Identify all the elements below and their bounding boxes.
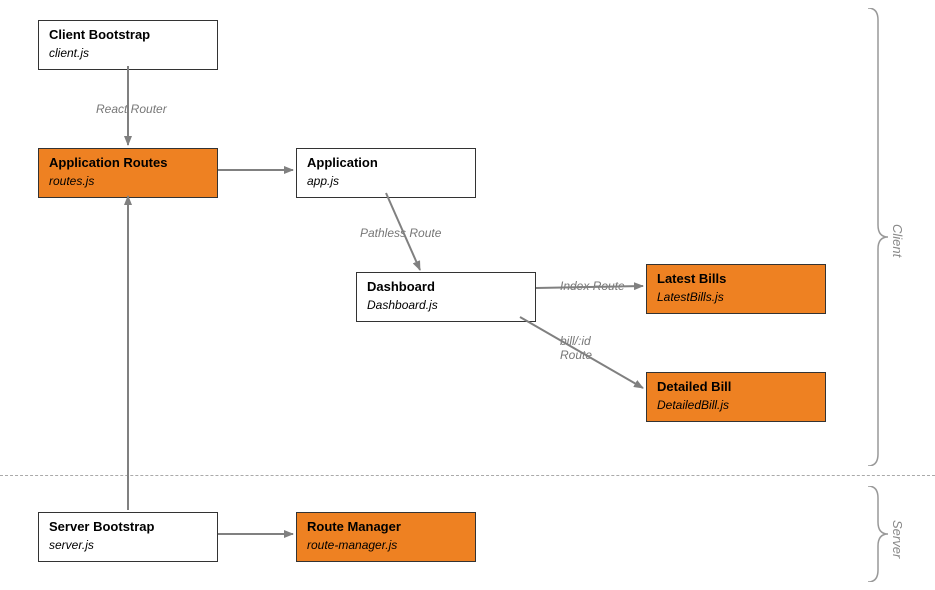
section-label-client: Client: [890, 224, 905, 257]
node-application: Application app.js: [296, 148, 476, 198]
node-dashboard: Dashboard Dashboard.js: [356, 272, 536, 322]
node-file: route-manager.js: [307, 538, 465, 554]
node-file: client.js: [49, 46, 207, 62]
node-server-bootstrap: Server Bootstrap server.js: [38, 512, 218, 562]
node-title: Application Routes: [49, 155, 207, 172]
node-route-manager: Route Manager route-manager.js: [296, 512, 476, 562]
node-latest-bills: Latest Bills LatestBills.js: [646, 264, 826, 314]
node-title: Client Bootstrap: [49, 27, 207, 44]
node-title: Detailed Bill: [657, 379, 815, 396]
brace-client: [866, 8, 890, 466]
node-file: LatestBills.js: [657, 290, 815, 306]
brace-server: [866, 486, 890, 582]
node-client-bootstrap: Client Bootstrap client.js: [38, 20, 218, 70]
node-title: Latest Bills: [657, 271, 815, 288]
edge-label-react-router: React Router: [96, 103, 167, 117]
node-title: Server Bootstrap: [49, 519, 207, 536]
node-file: Dashboard.js: [367, 298, 525, 314]
node-file: DetailedBill.js: [657, 398, 815, 414]
node-title: Application: [307, 155, 465, 172]
node-title: Dashboard: [367, 279, 525, 296]
node-file: server.js: [49, 538, 207, 554]
edge-label-index-route: Index Route: [560, 280, 625, 294]
node-application-routes: Application Routes routes.js: [38, 148, 218, 198]
edge-label-pathless-route: Pathless Route: [360, 227, 441, 241]
node-file: app.js: [307, 174, 465, 190]
edge-label-bill-id-route: bill/:id Route: [560, 335, 592, 363]
section-divider: [0, 475, 935, 476]
node-detailed-bill: Detailed Bill DetailedBill.js: [646, 372, 826, 422]
node-file: routes.js: [49, 174, 207, 190]
section-label-server: Server: [890, 520, 905, 558]
node-title: Route Manager: [307, 519, 465, 536]
